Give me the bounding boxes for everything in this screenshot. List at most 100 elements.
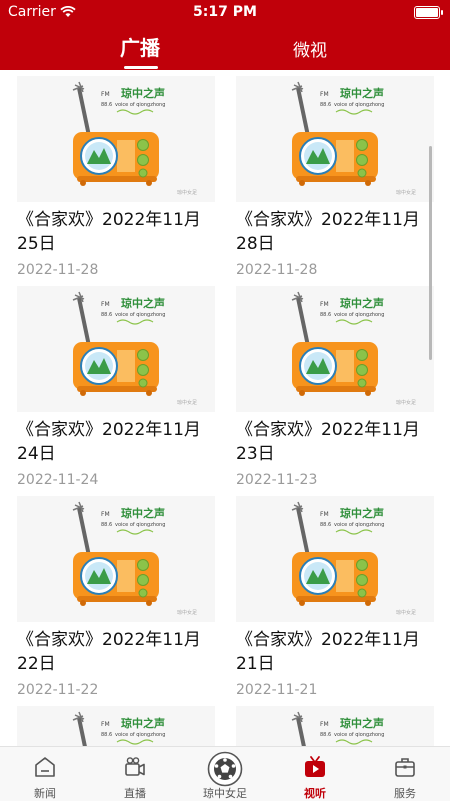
- nav-live[interactable]: 直播: [90, 747, 180, 801]
- audio-date: 2022-11-28: [236, 262, 318, 278]
- audio-title: 《合家欢》2022年11月28日: [236, 210, 420, 254]
- slogan-text: voice of qiongzhong: [115, 102, 165, 108]
- slogan-text: voice of qiongzhong: [334, 312, 384, 318]
- brand-text: 琼中之声: [340, 86, 384, 100]
- status-time: 5:17 PM: [193, 4, 257, 20]
- audio-card[interactable]: FM 琼中之声 88.6 voice of qiongzhong 琼中女足《合家欢》20…: [236, 496, 434, 698]
- brand-text: 琼中之声: [340, 716, 384, 730]
- audio-thumbnail[interactable]: FM 琼中之声 88.6voice of qiongzhong 琼中女足: [17, 286, 215, 412]
- audio-title: 《合家欢》2022年11月23日: [236, 420, 420, 464]
- soccer-ball-icon: [207, 751, 243, 787]
- audio-date: 2022-11-22: [17, 682, 99, 698]
- audio-title: 《合家欢》2022年11月22日: [17, 630, 201, 674]
- audio-thumbnail[interactable]: FM 琼中之声 88.6voice of qiongzhong 琼中女足: [236, 76, 434, 202]
- fm-number: 88.6: [320, 522, 331, 528]
- battery-icon: [414, 6, 443, 19]
- fm-label: FM: [101, 511, 110, 518]
- audio-thumbnail[interactable]: FM 琼中之声 88.6voice of qiongzhong 琼中女足: [236, 286, 434, 412]
- nav-live-label: 直播: [124, 787, 146, 800]
- fm-number: 88.6: [101, 312, 112, 318]
- radio-thumbnail-art: FM 琼中之声 88.6voice of qiongzhong 琼中女足: [72, 291, 197, 406]
- audio-card[interactable]: FM 琼中之声 88.6 voice of qiongzhong 琼中女足《合家欢》20…: [236, 286, 434, 488]
- home-icon: [35, 757, 55, 777]
- fm-label: FM: [320, 91, 329, 98]
- audio-date: 2022-11-28: [17, 262, 99, 278]
- brand-text: 琼中之声: [121, 716, 165, 730]
- audio-card[interactable]: FM 琼中之声 88.6 voice of qiongzhong 琼中女足《合家欢》20…: [17, 286, 215, 488]
- fm-label: FM: [101, 301, 110, 308]
- slogan-text: voice of qiongzhong: [115, 312, 165, 318]
- audio-card[interactable]: FM 琼中之声 88.6 voice of qiongzhong 琼中女足《合家欢》20…: [236, 76, 434, 278]
- thumbnail-watermark: 琼中女足: [396, 189, 416, 196]
- fm-number: 88.6: [320, 312, 331, 318]
- nav-audiovisual-label: 视听: [304, 787, 326, 800]
- nav-womens-football[interactable]: 琼中女足: [180, 747, 270, 801]
- tv-icon: [305, 756, 325, 777]
- radio-thumbnail-art: FM琼中之声88.6voice of qiongzhong琼中女足: [72, 711, 165, 746]
- bottom-tab-bar: 新闻 直播 琼中女足 视听 服务: [0, 746, 450, 801]
- video-camera-icon: [125, 757, 145, 776]
- nav-audiovisual[interactable]: 视听: [270, 747, 360, 801]
- fm-number: 88.6: [320, 732, 331, 738]
- brand-text: 琼中之声: [121, 296, 165, 310]
- radio-thumbnail-art: FM 琼中之声 88.6voice of qiongzhong 琼中女足: [291, 291, 416, 406]
- fm-number: 88.6: [101, 102, 112, 108]
- audio-title: 《合家欢》2022年11月24日: [17, 420, 201, 464]
- audio-card[interactable]: FM琼中之声88.6voice of qiongzhong琼中女足: [17, 706, 215, 746]
- fm-label: FM: [320, 721, 329, 728]
- slogan-text: voice of qiongzhong: [115, 732, 165, 738]
- audio-thumbnail[interactable]: FM 琼中之声 88.6voice of qiongzhong 琼中女足: [17, 496, 215, 622]
- brand-text: 琼中之声: [121, 86, 165, 100]
- slogan-text: voice of qiongzhong: [334, 732, 384, 738]
- brand-text: 琼中之声: [340, 506, 384, 520]
- slogan-text: voice of qiongzhong: [115, 522, 165, 528]
- audio-card[interactable]: FM 琼中之声 88.6 voice of qiongzhong 琼中女足《合家欢》20…: [17, 76, 215, 278]
- fm-label: FM: [101, 91, 110, 98]
- slogan-text: voice of qiongzhong: [334, 102, 384, 108]
- thumbnail-watermark: 琼中女足: [177, 609, 197, 616]
- tab-broadcast[interactable]: 广播: [120, 32, 160, 61]
- radio-thumbnail-art: FM琼中之声88.6voice of qiongzhong琼中女足: [291, 711, 384, 746]
- thumbnail-watermark: 琼中女足: [177, 399, 197, 406]
- audio-thumbnail[interactable]: FM 琼中之声 88.6voice of qiongzhong 琼中女足: [236, 496, 434, 622]
- audio-thumbnail[interactable]: FM琼中之声88.6voice of qiongzhong琼中女足: [17, 706, 215, 746]
- audio-title: 《合家欢》2022年11月21日: [236, 630, 420, 674]
- audio-thumbnail[interactable]: FM琼中之声88.6voice of qiongzhong琼中女足: [236, 706, 434, 746]
- fm-number: 88.6: [320, 102, 331, 108]
- audio-card[interactable]: FM琼中之声88.6voice of qiongzhong琼中女足: [236, 706, 434, 746]
- radio-thumbnail-art: FM 琼中之声 88.6voice of qiongzhong 琼中女足: [72, 81, 197, 196]
- fm-number: 88.6: [101, 732, 112, 738]
- thumbnail-watermark: 琼中女足: [177, 189, 197, 196]
- active-tab-indicator: [124, 66, 158, 69]
- nav-news[interactable]: 新闻: [0, 747, 90, 801]
- audio-thumbnail[interactable]: FM 琼中之声 88.6voice of qiongzhong 琼中女足: [17, 76, 215, 202]
- radio-thumbnail-art: FM 琼中之声 88.6voice of qiongzhong 琼中女足: [72, 501, 197, 616]
- brand-text: 琼中之声: [121, 506, 165, 520]
- tab-micro-video[interactable]: 微视: [293, 36, 327, 61]
- audio-date: 2022-11-21: [236, 682, 318, 698]
- fm-label: FM: [320, 511, 329, 518]
- nav-womens-football-label: 琼中女足: [203, 787, 247, 800]
- briefcase-icon: [395, 758, 415, 777]
- thumbnail-watermark: 琼中女足: [396, 609, 416, 616]
- audio-date: 2022-11-24: [17, 472, 99, 488]
- nav-services[interactable]: 服务: [360, 747, 450, 801]
- radio-thumbnail-art: FM 琼中之声 88.6voice of qiongzhong 琼中女足: [291, 501, 416, 616]
- audio-date: 2022-11-23: [236, 472, 318, 488]
- brand-text: 琼中之声: [340, 296, 384, 310]
- fm-label: FM: [101, 721, 110, 728]
- audio-list[interactable]: FM 琼中之声 88.6 voice of qiongzhong 琼中女足 《合家欢》20…: [0, 70, 450, 746]
- top-tab-bar: 广播 微视: [0, 30, 450, 70]
- fm-number: 88.6: [101, 522, 112, 528]
- app-header: Carrier 5:17 PM 广播 微视: [0, 0, 450, 70]
- radio-thumbnail-art: FM 琼中之声 88.6voice of qiongzhong 琼中女足: [291, 81, 416, 196]
- fm-label: FM: [320, 301, 329, 308]
- thumbnail-watermark: 琼中女足: [396, 399, 416, 406]
- scrollbar[interactable]: [429, 146, 432, 360]
- status-bar: Carrier 5:17 PM: [0, 0, 450, 24]
- audio-title: 《合家欢》2022年11月25日: [17, 210, 201, 254]
- nav-news-label: 新闻: [34, 787, 56, 800]
- slogan-text: voice of qiongzhong: [334, 522, 384, 528]
- audio-card[interactable]: FM 琼中之声 88.6 voice of qiongzhong 琼中女足《合家欢》20…: [17, 496, 215, 698]
- nav-services-label: 服务: [394, 787, 416, 800]
